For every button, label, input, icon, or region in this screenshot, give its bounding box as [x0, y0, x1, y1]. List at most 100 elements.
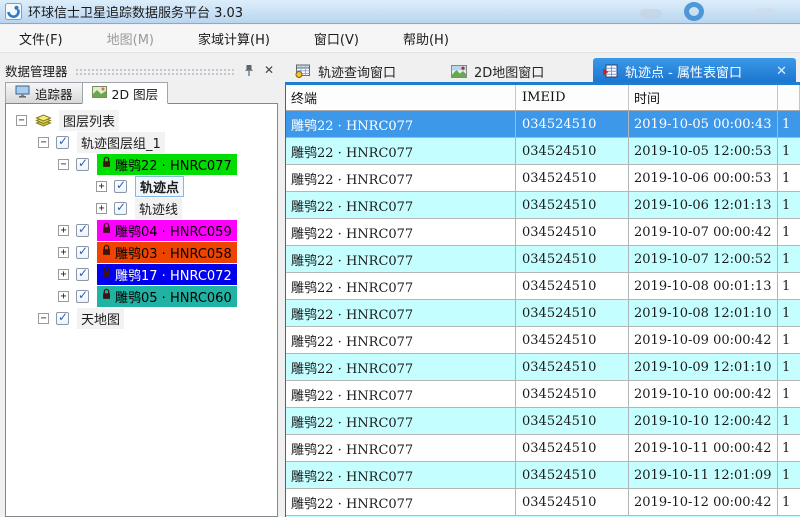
tracker-color-chip[interactable]: 雕鸮03 · HNRC058 [97, 242, 237, 263]
table-cell: 2019-10-05 00:00:43 [629, 111, 778, 137]
table-row[interactable]: 雕鸮22 · HNRC0770345245102019-10-06 00:00:… [286, 165, 800, 192]
map-window-icon [451, 65, 467, 78]
menu-item[interactable]: 地图(M) [92, 26, 169, 51]
tracker-color-chip[interactable]: 雕鸮04 · HNRC059 [97, 220, 237, 241]
table-cell: 1 [778, 354, 800, 380]
table-cell: 034524510 [516, 273, 629, 299]
table-row[interactable]: 雕鸮22 · HNRC0770345245102019-10-05 12:00:… [286, 138, 800, 165]
track-query-icon [295, 64, 311, 78]
table-row[interactable]: 雕鸮22 · HNRC0770345245102019-10-06 12:01:… [286, 192, 800, 219]
expand-icon[interactable]: + [96, 181, 107, 192]
expand-icon[interactable]: + [58, 247, 69, 258]
table-row[interactable]: 雕鸮22 · HNRC0770345245102019-10-08 00:01:… [286, 273, 800, 300]
lock-icon [102, 266, 111, 282]
tree-item[interactable]: −天地图 [6, 307, 277, 329]
menu-bar: 文件(F) 地图(M) 家域计算(H) 窗口(V) 帮助(H) [0, 25, 800, 53]
tracker-color-chip[interactable]: 雕鸮05 · HNRC060 [97, 286, 237, 307]
table-body: 雕鸮22 · HNRC0770345245102019-10-05 00:00:… [286, 111, 800, 517]
tree-item-label: 雕鸮04 · HNRC059 [115, 221, 232, 240]
tree-item[interactable]: + 轨迹线 [6, 197, 277, 219]
document-tab[interactable]: 轨迹查询窗口 [295, 60, 396, 82]
table-row[interactable]: 雕鸮22 · HNRC0770345245102019-10-07 12:00:… [286, 246, 800, 273]
table-cell: 2019-10-09 12:01:10 [629, 354, 778, 380]
lock-icon [102, 244, 111, 260]
menu-item[interactable]: 家域计算(H) [183, 26, 285, 51]
layer-checkbox[interactable] [114, 202, 127, 215]
document-tab-bar: 轨迹查询窗口 2D地图窗口 轨迹点 - 属性表窗口✕ [285, 58, 800, 84]
expand-icon[interactable]: + [58, 291, 69, 302]
tree-item[interactable]: − 轨迹图层组_1 [6, 131, 277, 153]
column-header[interactable]: 时间 [629, 85, 778, 110]
document-tab[interactable]: 2D地图窗口 [451, 60, 544, 82]
close-button[interactable] [756, 8, 776, 17]
table-cell: 2019-10-08 12:01:10 [629, 300, 778, 326]
panel-close-icon[interactable]: ✕ [261, 62, 277, 78]
pin-icon[interactable] [241, 62, 257, 78]
tree-item[interactable]: −图层列表 [6, 109, 277, 131]
menu-item[interactable]: 帮助(H) [388, 26, 464, 51]
tree-item[interactable]: + 雕鸮17 · HNRC072 [6, 263, 277, 285]
maximize-button[interactable] [684, 2, 704, 21]
expand-icon[interactable]: + [58, 269, 69, 280]
layer-checkbox[interactable] [56, 136, 69, 149]
collapse-icon[interactable]: − [38, 137, 49, 148]
expand-icon[interactable]: + [96, 203, 107, 214]
table-row[interactable]: 雕鸮22 · HNRC0770345245102019-10-09 12:01:… [286, 354, 800, 381]
minimize-button[interactable] [640, 9, 662, 18]
expand-icon[interactable]: + [58, 225, 69, 236]
table-row[interactable]: 雕鸮22 · HNRC0770345245102019-10-08 12:01:… [286, 300, 800, 327]
column-header[interactable]: IMEID [516, 85, 629, 110]
table-cell: 034524510 [516, 111, 629, 137]
table-row[interactable]: 雕鸮22 · HNRC0770345245102019-10-10 00:00:… [286, 381, 800, 408]
table-row[interactable]: 雕鸮22 · HNRC0770345245102019-10-12 00:00:… [286, 489, 800, 516]
table-cell: 034524510 [516, 435, 629, 461]
table-cell: 2019-10-10 12:00:42 [629, 408, 778, 434]
column-header[interactable]: 终端 [286, 85, 516, 110]
tree-item[interactable]: − 雕鸮22 · HNRC077 [6, 153, 277, 175]
collapse-icon[interactable]: − [58, 159, 69, 170]
tracker-color-chip[interactable]: 雕鸮22 · HNRC077 [97, 154, 237, 175]
table-row[interactable]: 雕鸮22 · HNRC0770345245102019-10-07 00:00:… [286, 219, 800, 246]
left-tab-label: 追踪器 [35, 84, 73, 103]
table-cell: 2019-10-12 00:00:42 [629, 489, 778, 515]
column-header[interactable] [778, 85, 800, 110]
collapse-icon[interactable]: − [16, 115, 27, 126]
table-row[interactable]: 雕鸮22 · HNRC0770345245102019-10-09 00:00:… [286, 327, 800, 354]
table-cell: 034524510 [516, 219, 629, 245]
table-row[interactable]: 雕鸮22 · HNRC0770345245102019-10-05 00:00:… [286, 111, 800, 138]
table-cell: 雕鸮22 · HNRC077 [286, 354, 516, 380]
layer-checkbox[interactable] [76, 158, 89, 171]
table-row[interactable]: 雕鸮22 · HNRC0770345245102019-10-11 00:00:… [286, 435, 800, 462]
layer-checkbox[interactable] [114, 180, 127, 193]
left-tab-active[interactable]: 2D 图层 [82, 82, 169, 104]
menu-item[interactable]: 文件(F) [4, 26, 78, 51]
tracker-color-chip[interactable]: 雕鸮17 · HNRC072 [97, 264, 237, 285]
layer-checkbox[interactable] [76, 268, 89, 281]
table-row[interactable]: 雕鸮22 · HNRC0770345245102019-10-11 12:01:… [286, 462, 800, 489]
table-row[interactable]: 雕鸮22 · HNRC0770345245102019-10-10 12:00:… [286, 408, 800, 435]
document-tab[interactable]: 轨迹点 - 属性表窗口✕ [593, 58, 796, 84]
lock-icon [102, 288, 111, 304]
layer-checkbox[interactable] [76, 246, 89, 259]
title-bar[interactable]: 环球信士卫星追踪数据服务平台 3.03 [0, 0, 800, 24]
menu-item[interactable]: 窗口(V) [299, 26, 374, 51]
table-cell: 034524510 [516, 462, 629, 488]
layer-checkbox[interactable] [56, 312, 69, 325]
tree-item-label: 轨迹线 [135, 198, 182, 219]
collapse-icon[interactable]: − [38, 313, 49, 324]
tree-item[interactable]: + 雕鸮04 · HNRC059 [6, 219, 277, 241]
app-logo-icon [5, 3, 22, 20]
layer-checkbox[interactable] [76, 224, 89, 237]
tree-item[interactable]: + 雕鸮05 · HNRC060 [6, 285, 277, 307]
tree-item[interactable]: + 雕鸮03 · HNRC058 [6, 241, 277, 263]
tree-item-label: 轨迹点 [135, 176, 184, 197]
table-cell: 2019-10-06 00:00:53 [629, 165, 778, 191]
table-cell: 雕鸮22 · HNRC077 [286, 138, 516, 164]
tab-close-icon[interactable]: ✕ [776, 64, 787, 79]
tree-item-label: 轨迹图层组_1 [77, 132, 165, 153]
tree-item[interactable]: + 轨迹点 [6, 175, 277, 197]
layer-checkbox[interactable] [76, 290, 89, 303]
left-tab-inactive[interactable]: 追踪器 [5, 82, 83, 104]
data-manager-header: 数据管理器 ✕ [5, 60, 277, 80]
lock-icon [102, 156, 111, 172]
